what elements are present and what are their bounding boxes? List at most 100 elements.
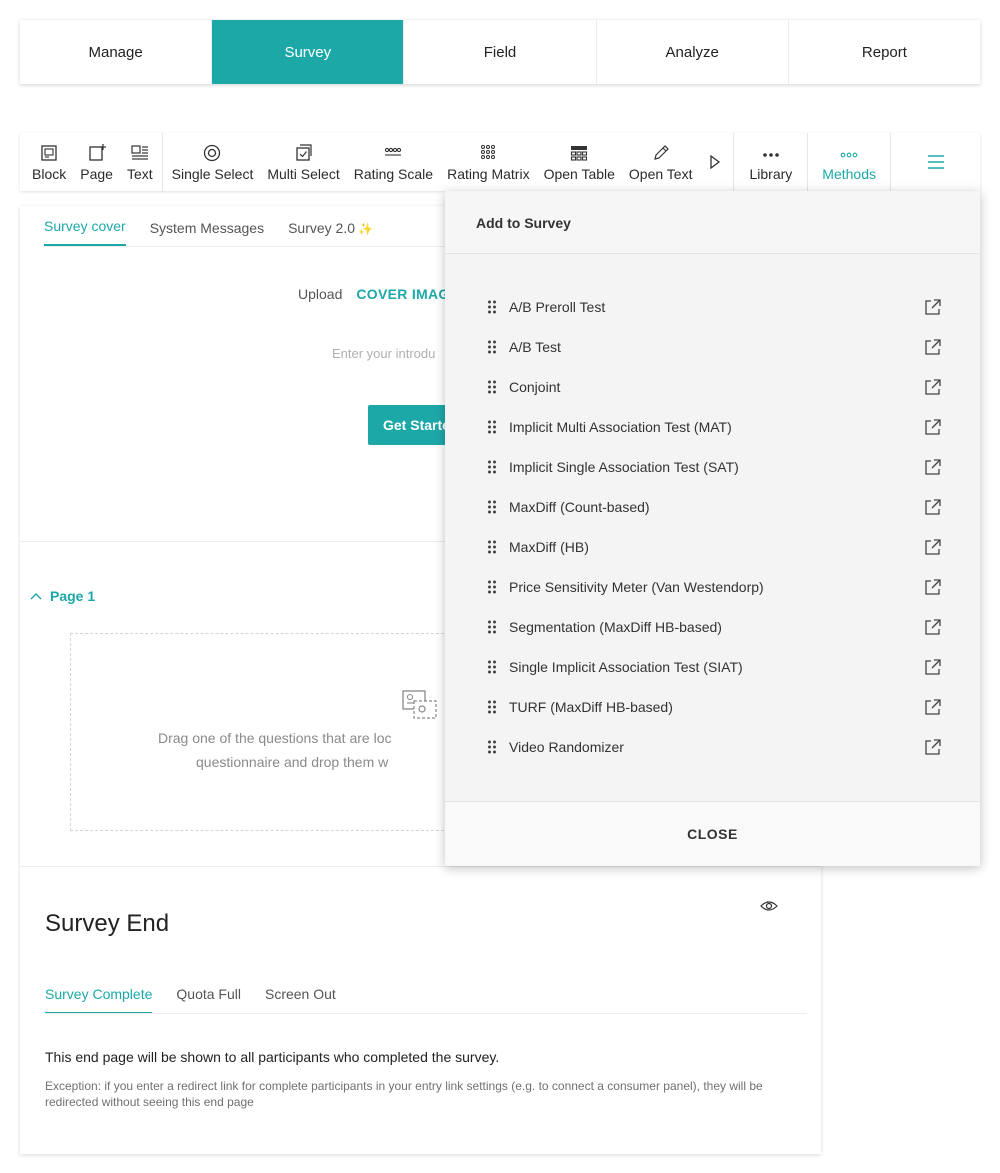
intro-text-placeholder[interactable]: Enter your introdu	[332, 346, 435, 361]
nav-tab-analyze[interactable]: Analyze	[597, 20, 789, 84]
methods-label: Methods	[822, 165, 876, 182]
drag-handle-icon[interactable]	[487, 300, 497, 314]
hamburger-menu-button[interactable]	[919, 133, 953, 191]
drag-handle-icon[interactable]	[487, 420, 497, 434]
external-link-icon[interactable]	[924, 578, 942, 596]
close-button[interactable]: CLOSE	[687, 826, 738, 842]
toolbar-divider	[807, 133, 809, 191]
drag-handle-icon[interactable]	[487, 380, 497, 394]
method-item[interactable]: A/B Test	[445, 327, 980, 367]
tab-survey-complete[interactable]: Survey Complete	[45, 986, 153, 1014]
external-link-icon[interactable]	[924, 338, 942, 356]
nav-tab-survey[interactable]: Survey	[212, 20, 405, 84]
toolbar-divider	[161, 133, 163, 191]
eye-preview-icon[interactable]	[760, 900, 778, 912]
drag-handle-icon[interactable]	[487, 500, 497, 514]
single-select-button[interactable]: Single Select	[165, 133, 261, 191]
more-dots-icon	[763, 152, 779, 157]
rating-scale-button[interactable]: Rating Scale	[347, 133, 440, 191]
open-text-label: Open Text	[628, 165, 693, 182]
rating-scale-icon	[385, 147, 402, 156]
section-divider	[20, 866, 821, 867]
open-text-button[interactable]: Open Text	[622, 133, 700, 191]
end-page-note: Exception: if you enter a redirect link …	[45, 1079, 763, 1109]
external-link-icon[interactable]	[924, 658, 942, 676]
method-item[interactable]: MaxDiff (HB)	[445, 527, 980, 567]
tab-survey-2[interactable]: Survey 2.0 ✨	[288, 220, 373, 246]
rating-matrix-icon	[481, 144, 496, 159]
toolbar-divider	[733, 133, 735, 191]
drag-handle-icon[interactable]	[487, 580, 497, 594]
method-item[interactable]: Implicit Multi Association Test (MAT)	[445, 407, 980, 447]
external-link-icon[interactable]	[924, 538, 942, 556]
tab-quota-full[interactable]: Quota Full	[176, 986, 241, 1014]
survey-end-tabs: Survey Complete Quota Full Screen Out	[45, 986, 336, 1014]
block-label: Block	[32, 165, 67, 182]
single-select-label: Single Select	[171, 165, 254, 182]
drag-handle-icon[interactable]	[487, 340, 497, 354]
external-link-icon[interactable]	[924, 298, 942, 316]
add-block-button[interactable]: Block	[25, 133, 73, 191]
method-name: MaxDiff (Count-based)	[509, 499, 650, 515]
method-item[interactable]: Video Randomizer	[445, 727, 980, 767]
method-item[interactable]: A/B Preroll Test	[445, 287, 980, 327]
methods-button[interactable]: Methods	[810, 133, 888, 191]
methods-list: A/B Preroll Test A/B Test Conjoint Implicit…	[445, 287, 980, 767]
external-link-icon[interactable]	[924, 378, 942, 396]
drag-handle-icon[interactable]	[487, 660, 497, 674]
text-icon	[131, 144, 148, 160]
tab-system-messages[interactable]: System Messages	[150, 220, 264, 246]
external-link-icon[interactable]	[924, 498, 942, 516]
library-button[interactable]: Library	[736, 133, 805, 191]
cover-image-link[interactable]: COVER IMAGE	[356, 286, 459, 302]
library-label: Library	[749, 165, 793, 182]
method-item[interactable]: TURF (MaxDiff HB-based)	[445, 687, 980, 727]
rating-matrix-button[interactable]: Rating Matrix	[440, 133, 536, 191]
tab-screen-out[interactable]: Screen Out	[265, 986, 336, 1014]
external-link-icon[interactable]	[924, 458, 942, 476]
external-link-icon[interactable]	[924, 738, 942, 756]
method-item[interactable]: Single Implicit Association Test (SIAT)	[445, 647, 980, 687]
external-link-icon[interactable]	[924, 698, 942, 716]
question-toolbar: Block Page Text Single Select Multi Sele…	[20, 133, 980, 191]
add-text-button[interactable]: Text	[120, 133, 160, 191]
external-link-icon[interactable]	[924, 418, 942, 436]
method-item[interactable]: Conjoint	[445, 367, 980, 407]
page-label: Page	[80, 165, 113, 182]
drag-handle-icon[interactable]	[487, 740, 497, 754]
add-page-button[interactable]: Page	[73, 133, 120, 191]
method-name: Implicit Multi Association Test (MAT)	[509, 419, 732, 435]
external-link-icon[interactable]	[924, 618, 942, 636]
nav-tab-report[interactable]: Report	[789, 20, 980, 84]
open-table-label: Open Table	[543, 165, 615, 182]
table-icon	[571, 145, 588, 161]
nav-tab-field[interactable]: Field	[404, 20, 597, 84]
open-table-button[interactable]: Open Table	[537, 133, 622, 191]
drag-handle-icon[interactable]	[487, 540, 497, 554]
nav-tab-manage[interactable]: Manage	[20, 20, 213, 84]
method-name: Conjoint	[509, 379, 561, 395]
method-item[interactable]: Price Sensitivity Meter (Van Westendorp)	[445, 567, 980, 607]
drag-handle-icon[interactable]	[487, 700, 497, 714]
method-item[interactable]: Implicit Single Association Test (SAT)	[445, 447, 980, 487]
method-name: Implicit Single Association Test (SAT)	[509, 459, 739, 475]
sparkle-icon: ✨	[358, 222, 373, 236]
drag-handle-icon[interactable]	[487, 460, 497, 474]
toolbar-scroll-right-button[interactable]	[699, 133, 731, 191]
page-1-header[interactable]: Page 1	[30, 588, 95, 604]
cover-upload-row: Upload COVER IMAGE	[298, 286, 459, 302]
multi-select-button[interactable]: Multi Select	[260, 133, 346, 191]
survey-end-title: Survey End	[45, 910, 170, 937]
method-item[interactable]: Segmentation (MaxDiff HB-based)	[445, 607, 980, 647]
method-name: Single Implicit Association Test (SIAT)	[509, 659, 743, 675]
method-item[interactable]: MaxDiff (Count-based)	[445, 487, 980, 527]
tab-survey-cover[interactable]: Survey cover	[44, 218, 126, 246]
multi-select-label: Multi Select	[267, 165, 340, 182]
radio-icon	[204, 144, 221, 161]
tab-survey-2-label: Survey 2.0	[288, 220, 356, 236]
method-name: A/B Test	[509, 339, 561, 355]
panel-footer: CLOSE	[445, 801, 980, 866]
drag-handle-icon[interactable]	[487, 620, 497, 634]
rating-scale-label: Rating Scale	[353, 165, 434, 182]
method-name: A/B Preroll Test	[509, 299, 606, 315]
